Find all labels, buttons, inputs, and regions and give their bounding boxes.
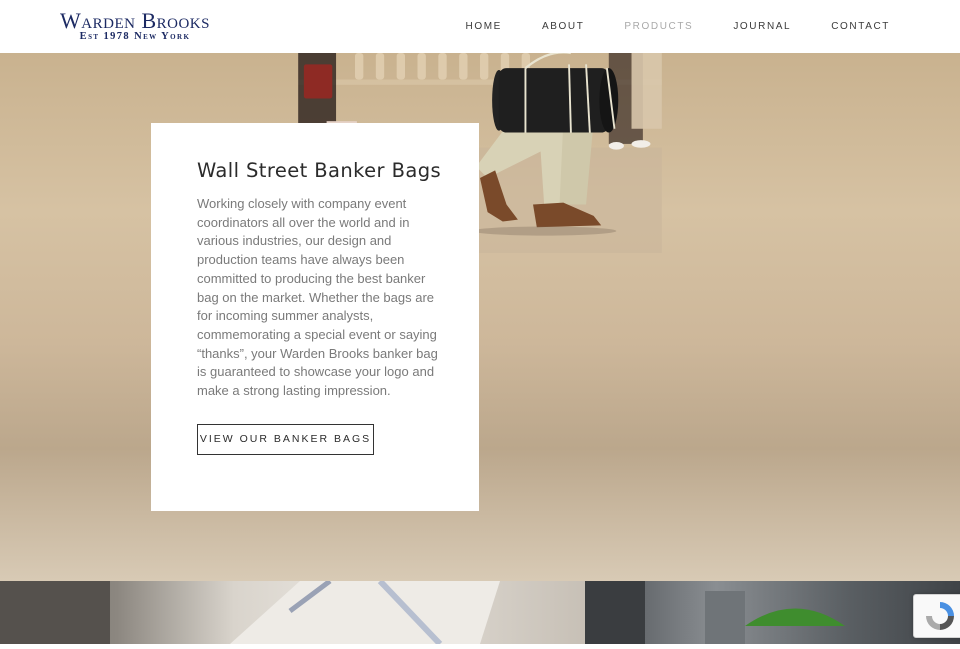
main-nav: HOME ABOUT PRODUCTS JOURNAL CONTACT (426, 21, 890, 32)
nav-journal[interactable]: JOURNAL (733, 21, 791, 32)
hero-photo-background (298, 53, 662, 253)
brand-logo[interactable]: Warden Brooks Est 1978 New York (50, 8, 220, 43)
promo-description: Working closely with company event coord… (197, 196, 438, 399)
logo-name: Warden Brooks (60, 8, 210, 33)
nav-home[interactable]: HOME (466, 21, 502, 32)
bottom-image-left (0, 578, 585, 647)
recaptcha-icon (926, 602, 954, 630)
hero-section: Wall Street Banker Bags Working closely … (0, 53, 960, 581)
nav-contact[interactable]: CONTACT (831, 21, 890, 32)
view-banker-bags-button[interactable]: VIEW OUR BANKER BAGS (197, 424, 374, 455)
nav-about[interactable]: ABOUT (542, 21, 584, 32)
promo-card: Wall Street Banker Bags Working closely … (151, 123, 479, 511)
recaptcha-badge[interactable] (913, 594, 960, 638)
promo-title: Wall Street Banker Bags (197, 159, 442, 182)
bottom-image-right (585, 581, 960, 644)
nav-products[interactable]: PRODUCTS (624, 21, 693, 32)
street-scene-image (585, 581, 845, 644)
site-header: Warden Brooks Est 1978 New York HOME ABO… (0, 0, 960, 53)
tote-bag-image (0, 578, 500, 647)
